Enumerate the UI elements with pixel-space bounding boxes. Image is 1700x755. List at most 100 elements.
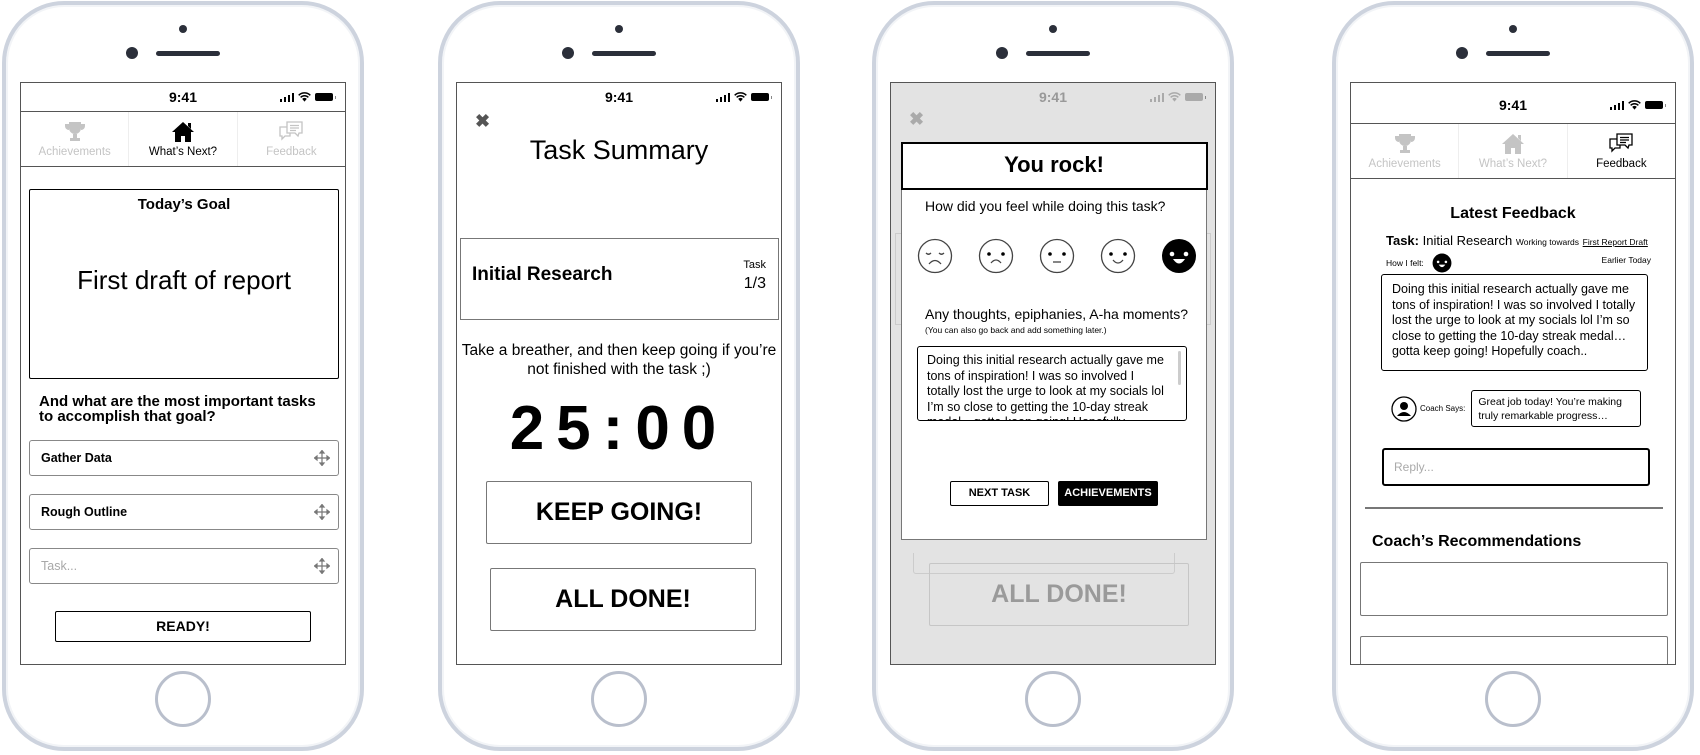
front-camera [1456, 47, 1468, 59]
goal-title: Today’s Goal [137, 196, 231, 213]
keep-going-button[interactable]: KEEP GOING! [486, 481, 752, 544]
phone-frame-feedback: 9:41 Achievements What’s Next? Feedback … [1332, 1, 1694, 751]
break-message: Take a breather, and then keep going if … [461, 342, 777, 378]
feedback-task-line: Task: Initial Research Working towards F… [1386, 233, 1648, 248]
battery-icon [1185, 93, 1206, 101]
drag-move-icon[interactable] [314, 450, 330, 466]
thoughts-textarea[interactable]: Doing this initial research actually gav… [917, 346, 1187, 421]
section-divider [1365, 507, 1663, 509]
very-happy-face-icon-selected[interactable] [1161, 238, 1197, 274]
latest-feedback-title: Latest Feedback [1450, 205, 1576, 222]
recommendation-card[interactable] [1360, 562, 1668, 616]
task-summary-screen: 9:41 ✖ Task Summary Initial Research Tas… [456, 82, 782, 665]
tab-achievements[interactable]: Achievements [1351, 124, 1460, 178]
goal-text: First draft of report [77, 265, 291, 295]
phone-frame-you-rock: 9:41 ✖ ALL DONE! You rock! How did you f… [872, 1, 1234, 751]
tab-label: Feedback [1596, 158, 1647, 170]
mood-selector [917, 238, 1197, 274]
tab-whats-next[interactable]: What’s Next? [1459, 124, 1568, 178]
trophy-icon [1392, 132, 1418, 156]
todays-goal-card[interactable]: Today’s Goal First draft of report [29, 189, 339, 379]
modal-title: You rock! [900, 141, 1208, 190]
home-button[interactable] [1485, 671, 1541, 727]
status-bar: 9:41 [891, 83, 1215, 111]
phone-frame-task-summary: 9:41 ✖ Task Summary Initial Research Tas… [438, 1, 800, 751]
task-field[interactable]: Rough Outline [29, 494, 339, 530]
proximity-sensor [1509, 25, 1517, 33]
sad-face-icon[interactable] [978, 238, 1014, 274]
proximity-sensor [1049, 25, 1057, 33]
tab-label: Achievements [1368, 158, 1441, 170]
feedback-entry: Doing this initial research actually gav… [1381, 274, 1648, 371]
earpiece-speaker [592, 51, 656, 56]
signal-icon [715, 92, 730, 102]
wifi-icon [1628, 100, 1641, 110]
chat-bubbles-icon [1608, 132, 1634, 156]
earpiece-speaker [1026, 51, 1090, 56]
tab-label: What’s Next? [148, 146, 218, 158]
whats-next-screen: 9:41 Achievements What’s Next? Feedback [20, 82, 346, 665]
current-task-card: Initial Research Task 1/3 [460, 238, 779, 320]
coach-message: Great job today! You’re making truly rem… [1471, 390, 1642, 427]
thoughts-value: Doing this initial research actually gav… [927, 353, 1164, 420]
home-button[interactable] [155, 671, 211, 727]
recommendation-card[interactable] [1360, 636, 1668, 664]
home-button[interactable] [591, 671, 647, 727]
trophy-icon [62, 120, 88, 144]
battery-icon [315, 93, 336, 101]
tab-feedback[interactable]: Feedback [1568, 124, 1675, 178]
front-camera [562, 47, 574, 59]
achievements-button[interactable]: ACHIEVEMENTS [1058, 481, 1158, 506]
all-done-button[interactable]: ALL DONE! [490, 568, 756, 631]
ready-button[interactable]: READY! [55, 611, 311, 642]
wifi-icon [298, 92, 311, 102]
task-complete-screen: 9:41 ✖ ALL DONE! You rock! How did you f… [890, 82, 1216, 665]
phone-frame-whats-next: 9:41 Achievements What’s Next? Feedback [2, 1, 364, 751]
feedback-screen: 9:41 Achievements What’s Next? Feedback … [1350, 82, 1676, 665]
coach-avatar-icon [1391, 396, 1417, 422]
task-value: Rough Outline [41, 505, 128, 519]
tab-achievements[interactable]: Achievements [21, 112, 130, 166]
tab-feedback[interactable]: Feedback [238, 112, 345, 166]
reply-input[interactable]: Reply... [1382, 448, 1650, 486]
signal-icon [279, 92, 294, 102]
home-button[interactable] [1025, 671, 1081, 727]
tab-whats-next[interactable]: What’s Next? [129, 112, 238, 166]
drag-move-icon[interactable] [314, 558, 330, 574]
happy-face-icon[interactable] [1100, 238, 1136, 274]
neutral-face-icon[interactable] [1039, 238, 1075, 274]
status-bar: 9:41 [21, 83, 345, 111]
drag-move-icon[interactable] [314, 504, 330, 520]
status-time: 9:41 [604, 89, 634, 105]
task-prefix: Task: [1386, 233, 1419, 248]
status-time: 9:41 [1498, 97, 1528, 113]
thoughts-hint: (You can also go back and add something … [925, 325, 1107, 335]
new-task-input[interactable]: Task... [29, 548, 339, 584]
tab-bar: Achievements What’s Next? Feedback [1351, 123, 1675, 179]
goal-link[interactable]: First Report Draft [1583, 237, 1648, 247]
signal-icon [1149, 92, 1164, 102]
wifi-icon [1168, 92, 1181, 102]
background-all-done-button: ALL DONE! [929, 563, 1189, 626]
coach-label: Coach Says: [1420, 404, 1466, 413]
feedback-timestamp: Earlier Today [1601, 255, 1651, 265]
working-towards-label: Working towards [1515, 237, 1580, 247]
next-task-button[interactable]: NEXT TASK [950, 481, 1049, 506]
tab-bar: Achievements What’s Next? Feedback [21, 111, 345, 167]
task-field[interactable]: Gather Data [29, 440, 339, 476]
coach-message-row: Coach Says: Great job today! You’re maki… [1391, 390, 1642, 427]
home-icon [1500, 132, 1526, 156]
feel-question: How did you feel while doing this task? [925, 198, 1166, 214]
very-sad-face-icon[interactable] [917, 238, 953, 274]
earpiece-speaker [1486, 51, 1550, 56]
scrollbar[interactable] [1178, 351, 1181, 385]
close-icon[interactable]: ✖ [475, 111, 490, 132]
front-camera [996, 47, 1008, 59]
earpiece-speaker [156, 51, 220, 56]
countdown-timer: 25:00 [509, 394, 729, 463]
status-bar: 9:41 [1351, 83, 1675, 123]
very-happy-face-icon [1432, 253, 1452, 273]
status-time: 9:41 [168, 89, 198, 105]
page-title: Task Summary [529, 135, 709, 165]
recommendations-title: Coach’s Recommendations [1372, 533, 1582, 550]
